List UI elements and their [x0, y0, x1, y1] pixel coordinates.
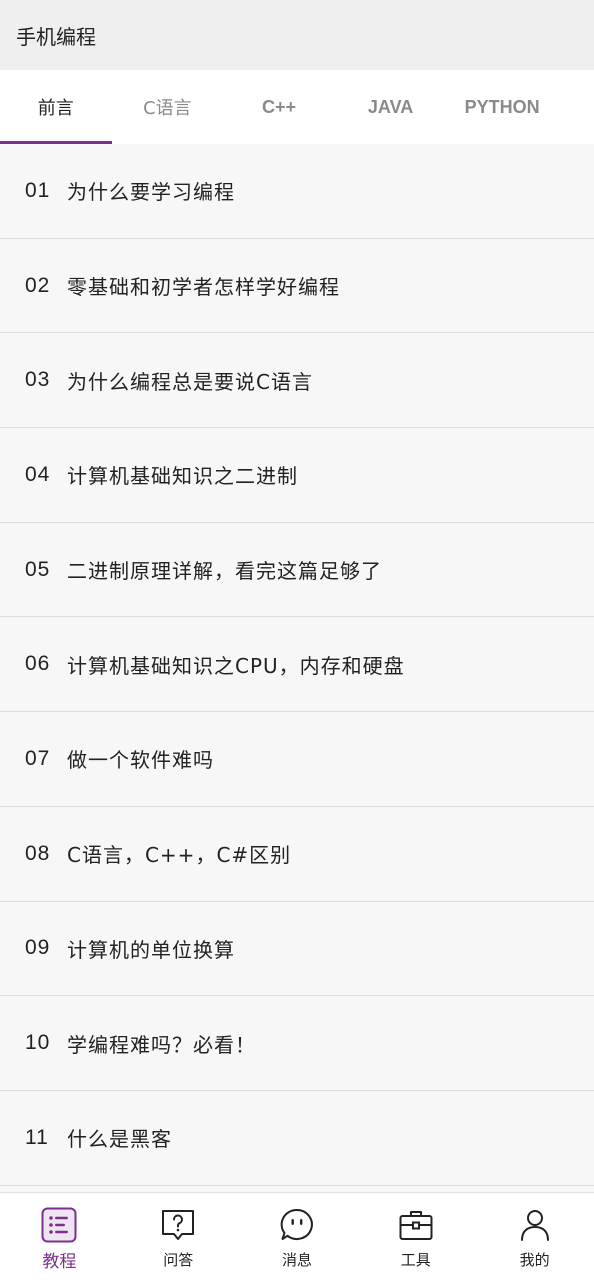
- article-number: 10: [25, 1031, 51, 1055]
- nav-label: 我的: [519, 1251, 550, 1269]
- tab-label: 前言: [37, 98, 74, 119]
- list-item[interactable]: 05 二进制原理详解，看完这篇足够了: [0, 522, 594, 618]
- nav-label: 问答: [163, 1251, 194, 1269]
- tab-label: JAVA: [367, 96, 414, 117]
- article-number: 07: [25, 746, 51, 770]
- article-title: 零基础和初学者怎样学好编程: [67, 275, 340, 300]
- list-item[interactable]: 08 C语言，C++，C#区别: [0, 806, 594, 902]
- tab-cpp[interactable]: C++: [223, 70, 335, 144]
- list-item[interactable]: 06 计算机基础知识之CPU，内存和硬盘: [0, 617, 594, 713]
- user-icon: [520, 1210, 549, 1241]
- article-number: 01: [25, 178, 51, 202]
- nav-label: 消息: [281, 1251, 312, 1269]
- article-number: 08: [25, 841, 51, 865]
- list-item[interactable]: 11 什么是黑客: [0, 1090, 594, 1186]
- article-list: 01 为什么要学习编程 02 零基础和初学者怎样学好编程 03 为什么编程总是要…: [0, 144, 594, 1192]
- list-item[interactable]: 02 零基础和初学者怎样学好编程: [0, 238, 594, 334]
- nav-qa[interactable]: 问答: [119, 1193, 238, 1280]
- article-title: 学编程难吗？必看！: [67, 1032, 256, 1057]
- list-item[interactable]: 04 计算机基础知识之二进制: [0, 428, 594, 523]
- article-title: 什么是黑客: [67, 1127, 172, 1152]
- tab-label: PYTHON: [464, 96, 540, 117]
- article-number: 06: [25, 652, 51, 676]
- tab-preface[interactable]: 前言: [0, 70, 112, 144]
- article-number: 04: [25, 462, 51, 486]
- nav-label: 工具: [400, 1251, 431, 1269]
- bottom-navigation: 教程 问答 消息 工具 我的: [0, 1192, 594, 1280]
- list-item[interactable]: 09 计算机的单位换算: [0, 901, 594, 997]
- message-bubble-icon: [280, 1208, 313, 1240]
- article-title: 计算机基础知识之二进制: [67, 464, 298, 489]
- article-number: 05: [25, 557, 51, 581]
- article-number: 11: [25, 1125, 49, 1149]
- article-number: 09: [25, 936, 51, 960]
- article-title: C语言，C++，C#区别: [67, 843, 292, 868]
- app-title: 手机编程: [16, 24, 96, 49]
- question-chat-icon: [162, 1210, 195, 1240]
- app-header: 手机编程: [0, 0, 594, 70]
- list-icon: [41, 1207, 77, 1243]
- list-item[interactable]: 10 学编程难吗？必看！: [0, 996, 594, 1091]
- list-item[interactable]: 03 为什么编程总是要说C语言: [0, 333, 594, 429]
- article-number: 03: [25, 368, 51, 392]
- nav-tutorial[interactable]: 教程: [0, 1193, 119, 1280]
- tab-label: C++: [261, 96, 296, 117]
- article-title: 计算机基础知识之CPU，内存和硬盘: [67, 653, 405, 678]
- nav-messages[interactable]: 消息: [238, 1193, 357, 1280]
- tab-python[interactable]: PYTHON: [446, 70, 558, 144]
- app-root: 手机编程 前言 C语言 C++ JAVA PYTHON 01 为什么要学习编程 …: [0, 0, 594, 1280]
- tab-label: C语言: [143, 98, 192, 119]
- toolbox-icon: [399, 1211, 433, 1240]
- article-title: 做一个软件难吗: [67, 748, 214, 773]
- tab-c-language[interactable]: C语言: [112, 70, 224, 144]
- tab-java[interactable]: JAVA: [335, 70, 447, 144]
- article-title: 计算机的单位换算: [67, 937, 235, 962]
- nav-label: 教程: [42, 1252, 77, 1272]
- article-number: 02: [25, 273, 51, 297]
- article-title: 为什么要学习编程: [67, 180, 235, 205]
- category-tabs: 前言 C语言 C++ JAVA PYTHON: [0, 70, 594, 144]
- article-title: 为什么编程总是要说C语言: [67, 369, 313, 394]
- article-title: 二进制原理详解，看完这篇足够了: [67, 559, 382, 584]
- nav-tools[interactable]: 工具: [356, 1193, 475, 1280]
- list-item[interactable]: 01 为什么要学习编程: [0, 144, 594, 239]
- list-item[interactable]: 07 做一个软件难吗: [0, 712, 594, 807]
- nav-profile[interactable]: 我的: [475, 1193, 594, 1280]
